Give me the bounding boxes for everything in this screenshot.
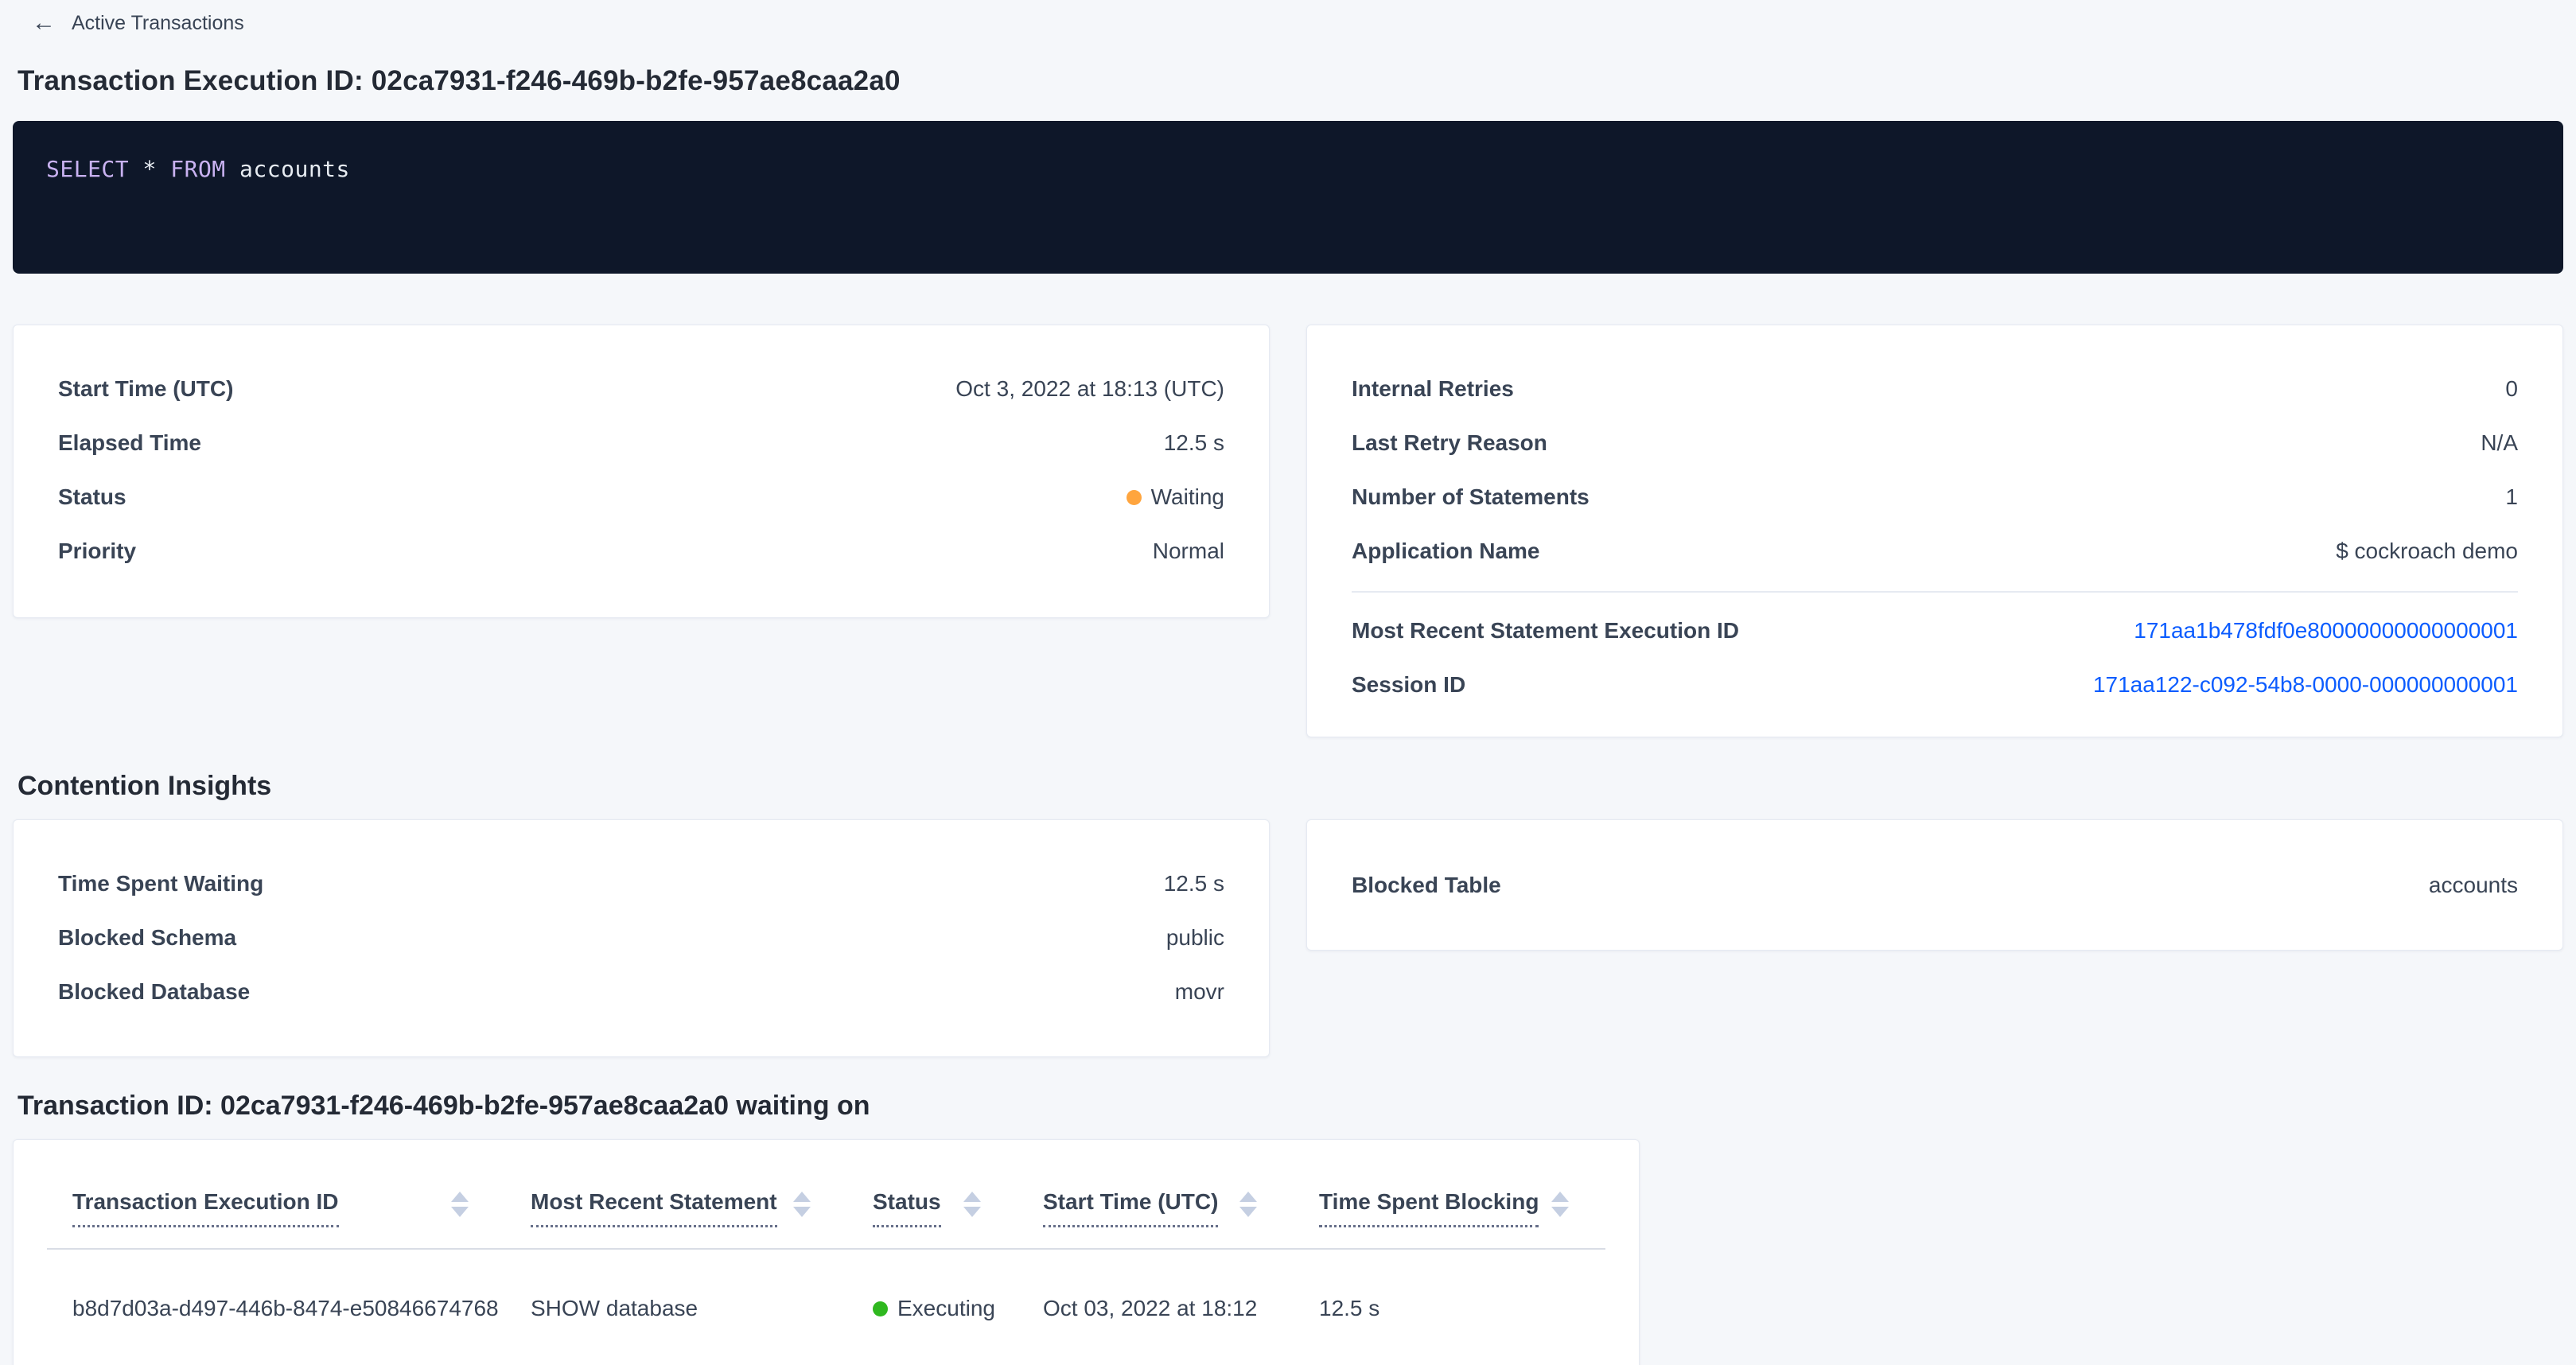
internal-retries-value: 0 <box>2505 376 2518 402</box>
back-link-label: Active Transactions <box>72 12 244 35</box>
column-header-most-recent-statement[interactable]: Most Recent Statement <box>505 1156 847 1249</box>
time-spent-waiting-value: 12.5 s <box>1164 871 1224 896</box>
blocked-table-label: Blocked Table <box>1352 873 1501 898</box>
elapsed-time-label: Elapsed Time <box>58 430 201 456</box>
column-label: Start Time (UTC) <box>1043 1189 1218 1227</box>
left-arrow-icon: ← <box>32 11 56 35</box>
sort-arrows-icon[interactable] <box>963 1192 981 1217</box>
status-waiting-dot-icon <box>1127 490 1142 505</box>
status-label: Status <box>58 484 126 510</box>
waiting-on-heading: Transaction ID: 02ca7931-f246-469b-b2fe-… <box>18 1091 2563 1122</box>
cell-most-recent-statement: SHOW database <box>505 1249 847 1365</box>
waiting-on-table: Transaction Execution ID Most Recent Stat… <box>47 1156 1605 1365</box>
column-label: Status <box>873 1189 941 1227</box>
transaction-summary-card: Start Time (UTC) Oct 3, 2022 at 18:13 (U… <box>13 325 1270 618</box>
most-recent-statement-exec-id-row: Most Recent Statement Execution ID 171aa… <box>1352 604 2518 658</box>
sort-arrows-icon[interactable] <box>1239 1192 1257 1217</box>
cell-start-time: Oct 03, 2022 at 18:12 <box>1018 1249 1294 1365</box>
column-label: Time Spent Blocking <box>1319 1189 1539 1227</box>
time-spent-waiting-label: Time Spent Waiting <box>58 871 263 896</box>
blocked-database-value: movr <box>1175 979 1224 1005</box>
sql-keyword-from: FROM <box>170 156 225 182</box>
start-time-value: Oct 3, 2022 at 18:13 (UTC) <box>955 376 1224 402</box>
column-header-time-spent-blocking[interactable]: Time Spent Blocking <box>1294 1156 1605 1249</box>
statement-count-value: 1 <box>2505 484 2518 510</box>
table-header-row: Transaction Execution ID Most Recent Stat… <box>47 1156 1605 1249</box>
last-retry-reason-value: N/A <box>2481 430 2518 456</box>
blocked-schema-label: Blocked Schema <box>58 925 236 951</box>
application-name-row: Application Name $ cockroach demo <box>1352 524 2518 578</box>
column-header-start-time-utc-[interactable]: Start Time (UTC) <box>1018 1156 1294 1249</box>
elapsed-time-row: Elapsed Time 12.5 s <box>58 416 1224 470</box>
status-executing-dot-icon <box>873 1301 888 1316</box>
card-divider <box>1352 591 2518 593</box>
column-label: Most Recent Statement <box>531 1189 777 1227</box>
time-spent-waiting-row: Time Spent Waiting 12.5 s <box>58 857 1224 911</box>
most-recent-statement-exec-id-label: Most Recent Statement Execution ID <box>1352 618 1739 644</box>
session-id-row: Session ID 171aa122-c092-54b8-0000-00000… <box>1352 658 2518 712</box>
sort-arrows-icon[interactable] <box>451 1192 469 1217</box>
start-time-label: Start Time (UTC) <box>58 376 233 402</box>
blocked-database-label: Blocked Database <box>58 979 250 1005</box>
priority-value: Normal <box>1153 539 1224 564</box>
waiting-on-table-card: Transaction Execution ID Most Recent Stat… <box>13 1139 1640 1365</box>
back-link[interactable]: ← Active Transactions <box>32 11 244 35</box>
last-retry-reason-row: Last Retry Reason N/A <box>1352 416 2518 470</box>
blocked-schema-value: public <box>1166 925 1224 951</box>
overview-cards-row: Start Time (UTC) Oct 3, 2022 at 18:13 (U… <box>13 325 2563 737</box>
table-row: b8d7d03a-d497-446b-8474-e50846674768SHOW… <box>47 1249 1605 1365</box>
start-time-row: Start Time (UTC) Oct 3, 2022 at 18:13 (U… <box>58 362 1224 416</box>
cell-time-spent-blocking: 12.5 s <box>1294 1249 1605 1365</box>
priority-row: Priority Normal <box>58 524 1224 578</box>
internal-retries-label: Internal Retries <box>1352 376 1514 402</box>
blocked-table-value: accounts <box>2429 873 2518 898</box>
column-label: Transaction Execution ID <box>72 1189 339 1227</box>
elapsed-time-value: 12.5 s <box>1164 430 1224 456</box>
blocked-table-card: Blocked Table accounts <box>1306 819 2563 951</box>
session-id-link[interactable]: 171aa122-c092-54b8-0000-000000000001 <box>2093 672 2518 698</box>
cell-status: Executing <box>847 1249 1018 1365</box>
application-name-label: Application Name <box>1352 539 1539 564</box>
page-title: Transaction Execution ID: 02ca7931-f246-… <box>18 65 2563 97</box>
blocked-schema-row: Blocked Schema public <box>58 911 1224 965</box>
status-text: Waiting <box>1151 484 1224 509</box>
sql-star: * <box>129 156 170 182</box>
sql-statement: SELECT * FROM accounts <box>46 156 350 182</box>
statement-count-label: Number of Statements <box>1352 484 1590 510</box>
priority-label: Priority <box>58 539 136 564</box>
sql-statement-box: SELECT * FROM accounts <box>13 121 2563 274</box>
column-header-transaction-execution-id[interactable]: Transaction Execution ID <box>47 1156 505 1249</box>
most-recent-statement-exec-id-link[interactable]: 171aa1b478fdf0e80000000000000001 <box>2134 618 2518 644</box>
status-row: Status Waiting <box>58 470 1224 524</box>
blocked-database-row: Blocked Database movr <box>58 965 1224 1019</box>
sql-table-name: accounts <box>226 156 350 182</box>
sort-arrows-icon[interactable] <box>1551 1192 1569 1217</box>
internal-retries-row: Internal Retries 0 <box>1352 362 2518 416</box>
last-retry-reason-label: Last Retry Reason <box>1352 430 1547 456</box>
column-header-status[interactable]: Status <box>847 1156 1018 1249</box>
sort-arrows-icon[interactable] <box>793 1192 811 1217</box>
contention-insights-heading: Contention Insights <box>18 771 2563 802</box>
contention-cards-row: Time Spent Waiting 12.5 s Blocked Schema… <box>13 819 2563 1057</box>
blocked-table-row: Blocked Table accounts <box>1352 858 2518 912</box>
cell-transaction-execution-id: b8d7d03a-d497-446b-8474-e50846674768 <box>47 1249 505 1365</box>
sql-keyword-select: SELECT <box>46 156 129 182</box>
statement-count-row: Number of Statements 1 <box>1352 470 2518 524</box>
statement-details-card: Internal Retries 0 Last Retry Reason N/A… <box>1306 325 2563 737</box>
session-id-label: Session ID <box>1352 672 1465 698</box>
status-text: Executing <box>897 1296 995 1320</box>
transaction-details-page: ← Active Transactions Transaction Execut… <box>0 0 2576 1365</box>
application-name-value: $ cockroach demo <box>2336 539 2518 564</box>
status-value: Waiting <box>1127 484 1224 510</box>
contention-waiting-card: Time Spent Waiting 12.5 s Blocked Schema… <box>13 819 1270 1057</box>
